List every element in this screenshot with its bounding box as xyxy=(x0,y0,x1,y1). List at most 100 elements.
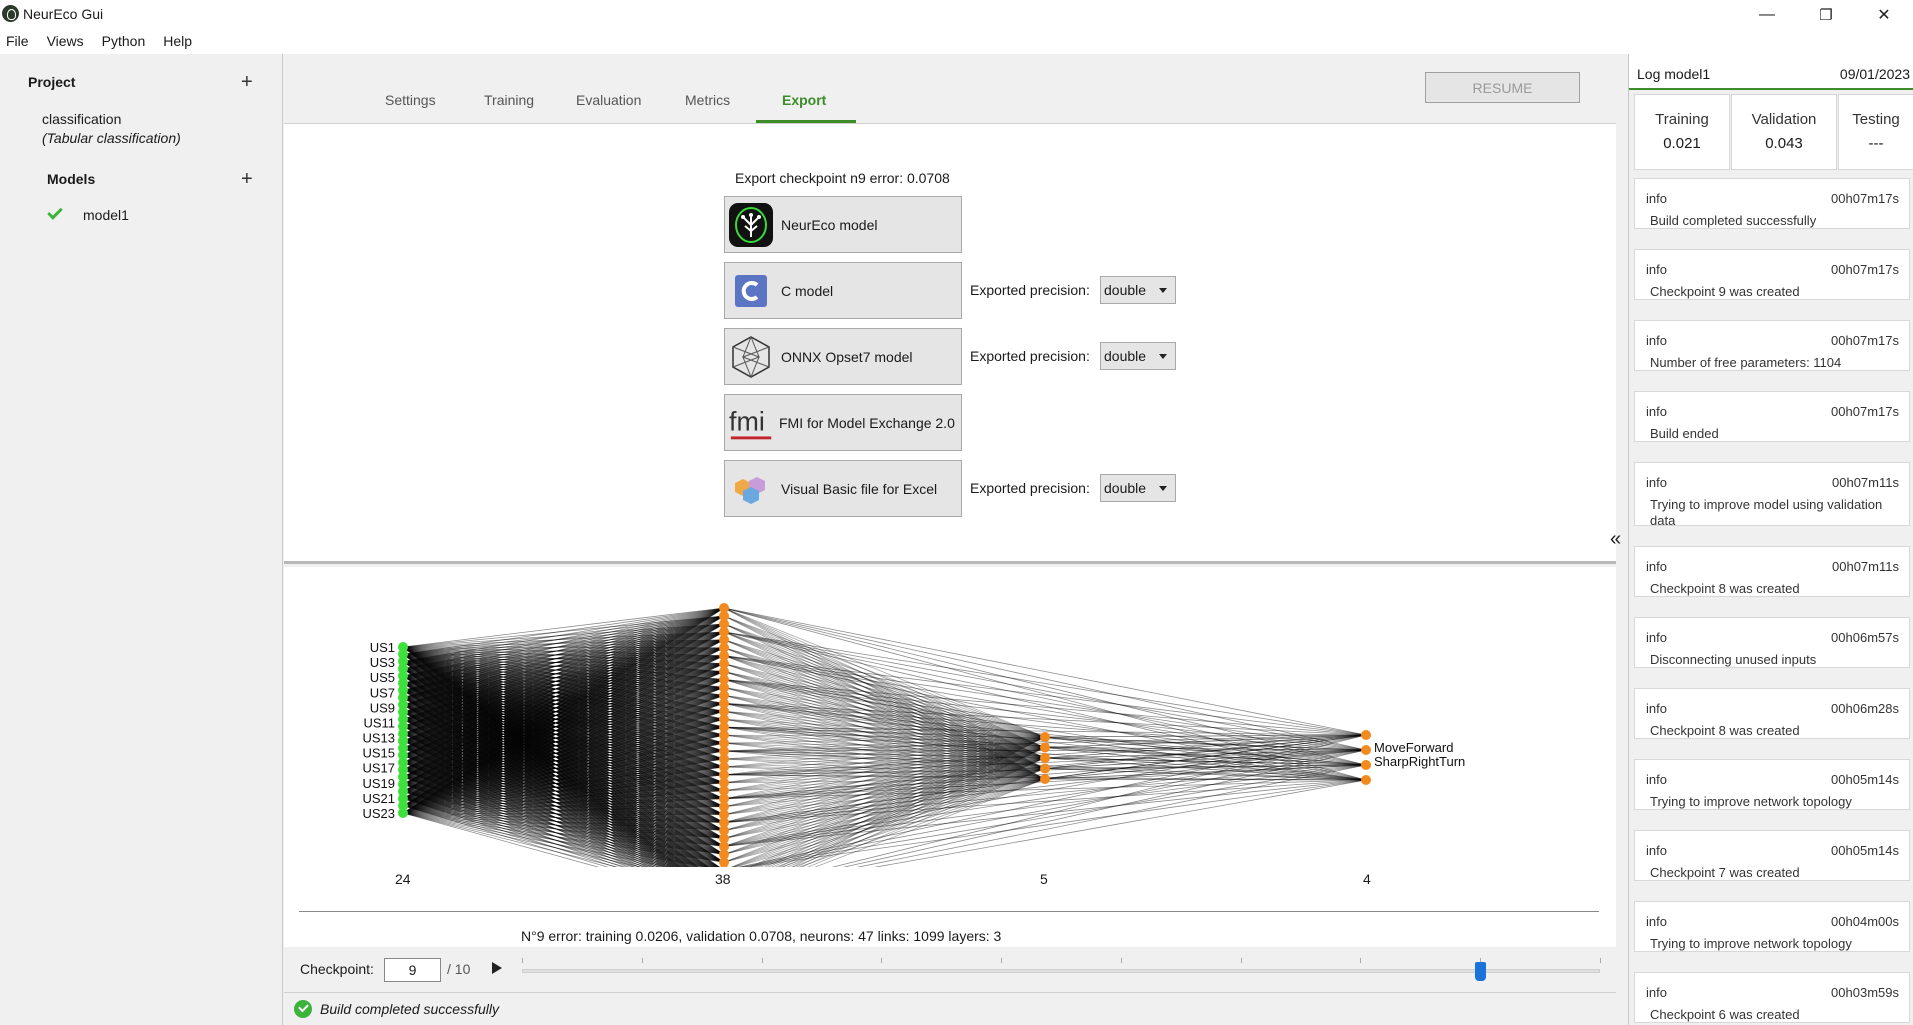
log-time: 00h06m57s xyxy=(1831,630,1899,645)
export-neureco-button[interactable]: NeurEco model xyxy=(724,196,962,253)
layer-count-hidden1: 38 xyxy=(715,871,731,887)
network-node xyxy=(1361,730,1371,740)
maximize-button[interactable]: ❐ xyxy=(1800,0,1852,30)
network-node xyxy=(1040,732,1050,742)
output-label: SharpRightTurn xyxy=(1374,754,1465,769)
export-fmi-label: FMI for Model Exchange 2.0 xyxy=(779,414,955,431)
slider-tick xyxy=(1600,958,1601,963)
log-date: 09/01/2023 xyxy=(1839,66,1910,82)
model-item[interactable]: model1 xyxy=(83,207,129,223)
menu-bar: File Views Python Help xyxy=(0,30,1913,54)
log-message: Trying to improve network topology xyxy=(1650,794,1852,809)
log-message: Build ended xyxy=(1650,426,1719,441)
menu-python[interactable]: Python xyxy=(90,30,152,54)
log-time: 00h03m59s xyxy=(1831,985,1899,1000)
network-links xyxy=(402,607,1367,867)
checkmark-icon xyxy=(47,204,63,220)
metric-value: --- xyxy=(1868,135,1884,152)
checkpoint-stats: N°9 error: training 0.0206, validation 0… xyxy=(521,928,1002,944)
slider-handle[interactable] xyxy=(1475,962,1487,981)
c-precision-select[interactable]: double xyxy=(1100,276,1176,304)
title-bar: NeurEco Gui — ❐ ✕ xyxy=(0,0,1913,30)
metric-value: 0.043 xyxy=(1765,135,1803,152)
slider-tick xyxy=(1240,958,1242,963)
log-level: info xyxy=(1646,333,1667,348)
menu-views[interactable]: Views xyxy=(35,30,90,54)
fmi-icon: fmi xyxy=(729,400,777,446)
add-model-icon[interactable]: + xyxy=(241,169,253,189)
slider-tick xyxy=(641,958,643,963)
close-button[interactable]: ✕ xyxy=(1858,0,1910,30)
export-vb-button[interactable]: Visual Basic file for Excel xyxy=(724,460,962,517)
onnx-precision-select[interactable]: double xyxy=(1100,342,1176,370)
log-time: 00h06m28s xyxy=(1831,701,1899,716)
active-tab-indicator xyxy=(756,120,856,123)
network-node xyxy=(1040,742,1050,753)
input-label: US9 xyxy=(370,700,395,715)
onnx-precision-label: Exported precision: xyxy=(970,348,1090,364)
log-level: info xyxy=(1646,559,1667,574)
log-entry: info 00h07m11s Trying to improve model usi… xyxy=(1634,462,1910,528)
log-entry: info 00h05m14s Checkpoint 7 was created xyxy=(1634,830,1910,881)
menu-help[interactable]: Help xyxy=(151,30,198,54)
play-icon[interactable] xyxy=(492,962,502,974)
checkpoint-label: Checkpoint: xyxy=(300,961,374,977)
metric-name: Testing xyxy=(1852,111,1900,128)
app-logo-icon xyxy=(2,5,19,22)
input-label: US23 xyxy=(362,806,395,821)
log-level: info xyxy=(1646,404,1667,419)
log-entry: info 00h05m14s Trying to improve network t… xyxy=(1634,759,1910,810)
log-message: Build completed successfully xyxy=(1650,213,1817,228)
project-panel: Project + classification (Tabular classi… xyxy=(0,54,283,1025)
input-label: US5 xyxy=(370,670,395,685)
tab-metrics[interactable]: Metrics xyxy=(685,92,730,108)
tab-evaluation[interactable]: Evaluation xyxy=(576,92,641,108)
log-level: info xyxy=(1646,701,1667,716)
log-entry: info 00h07m11s Checkpoint 8 was created xyxy=(1634,546,1910,597)
log-message: Checkpoint 9 was created xyxy=(1650,284,1800,299)
project-heading: Project xyxy=(28,74,76,90)
network-diagram: US1US3US5US7US9US11US13US15US17US19US21U… xyxy=(362,603,1465,867)
tab-export[interactable]: Export xyxy=(782,92,826,108)
checkpoint-slider[interactable] xyxy=(522,969,1600,973)
window-title: NeurEco Gui xyxy=(23,6,104,22)
log-entry: info 00h06m28s Checkpoint 8 was created xyxy=(1634,688,1910,739)
add-project-icon[interactable]: + xyxy=(241,72,253,92)
export-onnx-button[interactable]: ONNX Opset7 model xyxy=(724,328,962,385)
tab-training[interactable]: Training xyxy=(484,92,534,108)
resume-button[interactable]: RESUME xyxy=(1425,72,1580,103)
output-label: MoveForward xyxy=(1374,740,1453,755)
tab-settings[interactable]: Settings xyxy=(385,92,436,108)
menu-file[interactable]: File xyxy=(0,30,35,54)
log-time: 00h07m17s xyxy=(1831,333,1899,348)
vb-precision-select[interactable]: double xyxy=(1100,474,1176,502)
checkpoint-input[interactable]: 9 xyxy=(384,958,441,982)
metric-training: Training 0.021 xyxy=(1634,94,1730,170)
c-precision-label: Exported precision: xyxy=(970,282,1090,298)
vb-precision-label: Exported precision: xyxy=(970,480,1090,496)
log-level: info xyxy=(1646,985,1667,1000)
network-node xyxy=(1361,775,1371,785)
checkpoint-total: / 10 xyxy=(447,961,471,977)
collapse-panel-icon[interactable]: « xyxy=(1610,528,1621,551)
log-level: info xyxy=(1646,914,1667,929)
export-c-button[interactable]: C model xyxy=(724,262,962,319)
project-type: (Tabular classification) xyxy=(42,130,181,146)
network-node xyxy=(1040,753,1050,763)
log-time: 00h07m17s xyxy=(1831,191,1899,206)
log-time: 00h07m17s xyxy=(1831,262,1899,277)
project-name[interactable]: classification xyxy=(42,111,121,127)
log-entry: info 00h07m17s Number of free parameters: … xyxy=(1634,320,1910,371)
input-label: US17 xyxy=(362,761,395,776)
minimize-button[interactable]: — xyxy=(1741,0,1793,30)
log-panel: Log model1 09/01/2023 Training 0.021 Val… xyxy=(1628,54,1913,1025)
log-level: info xyxy=(1646,475,1667,490)
slider-tick xyxy=(761,958,763,963)
log-message: Number of free parameters: 1104 xyxy=(1650,355,1842,370)
svg-text:fmi: fmi xyxy=(729,406,765,436)
layer-count-input: 24 xyxy=(395,871,411,887)
log-entry: info 00h07m17s Checkpoint 9 was created xyxy=(1634,249,1910,300)
layer-count-hidden2: 5 xyxy=(1040,871,1048,887)
network-node xyxy=(398,808,408,818)
export-fmi-button[interactable]: fmi FMI for Model Exchange 2.0 xyxy=(724,394,962,451)
